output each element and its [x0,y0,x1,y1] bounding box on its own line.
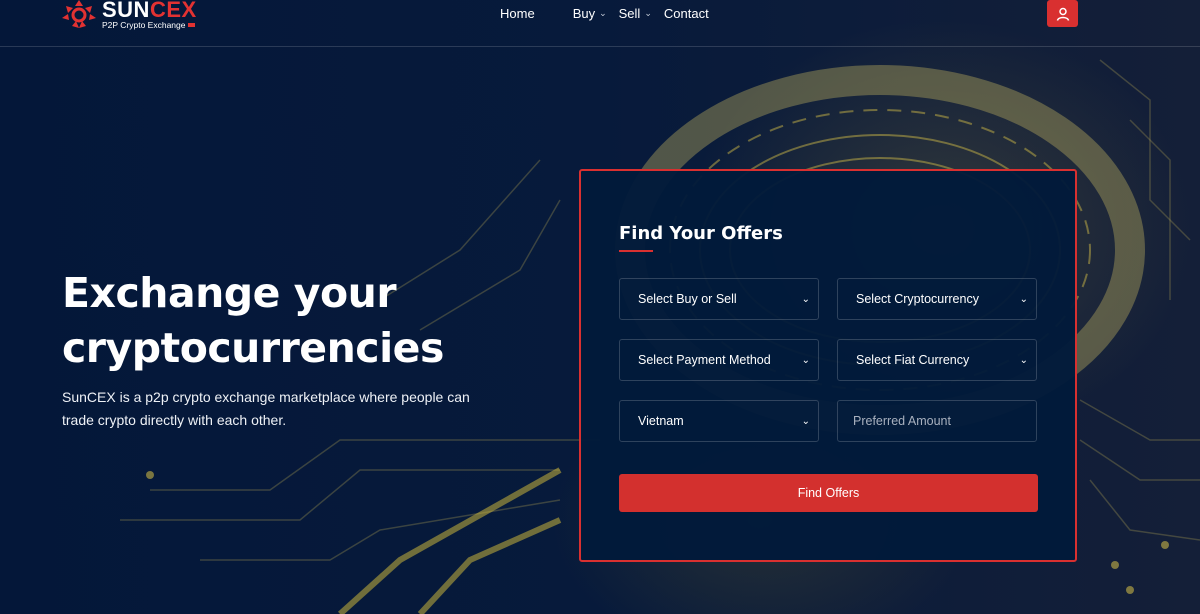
user-account-button[interactable] [1047,0,1078,27]
nav-contact[interactable]: Contact [664,6,709,21]
user-icon [1056,7,1069,21]
buy-sell-select[interactable]: Select Buy or Sell ⌄ [619,278,819,320]
chevron-down-icon: ⌄ [801,293,810,305]
site-header: SUNCEX P2P Crypto Exchange Home Buy ⌄ Sel… [0,0,1200,47]
form-title: Find Your Offers [619,223,783,244]
logo[interactable]: SUNCEX P2P Crypto Exchange [62,0,197,30]
preferred-amount-input[interactable]: Preferred Amount [837,400,1037,442]
cryptocurrency-select[interactable]: Select Cryptocurrency ⌄ [837,278,1037,320]
chevron-down-icon: ⌄ [599,8,607,18]
chevron-down-icon: ⌄ [801,354,810,366]
brand-tagline: P2P Crypto Exchange [102,20,197,30]
chevron-down-icon: ⌄ [644,8,652,18]
nav-sell[interactable]: Sell ⌄ [619,6,652,21]
hero-description: SunCEX is a p2p crypto exchange marketpl… [62,389,470,428]
nav-buy[interactable]: Buy ⌄ [573,6,607,21]
payment-method-select[interactable]: Select Payment Method ⌄ [619,339,819,381]
hero-title: Exchange your cryptocurrencies [62,269,444,372]
sun-logo-icon [62,0,96,30]
chevron-down-icon: ⌄ [1019,293,1028,305]
nav-home[interactable]: Home [500,6,535,21]
title-underline [619,250,653,252]
country-select[interactable]: Vietnam ⌄ [619,400,819,442]
find-offers-form: Find Your Offers Select Buy or Sell ⌄ Sel… [579,169,1077,562]
find-offers-button[interactable]: Find Offers [619,474,1038,512]
brand-name: SUNCEX [102,0,197,22]
chevron-down-icon: ⌄ [801,415,810,427]
main-nav: Home Buy ⌄ Sell ⌄ Contact [500,6,709,21]
fiat-currency-select[interactable]: Select Fiat Currency ⌄ [837,339,1037,381]
chevron-down-icon: ⌄ [1019,354,1028,366]
